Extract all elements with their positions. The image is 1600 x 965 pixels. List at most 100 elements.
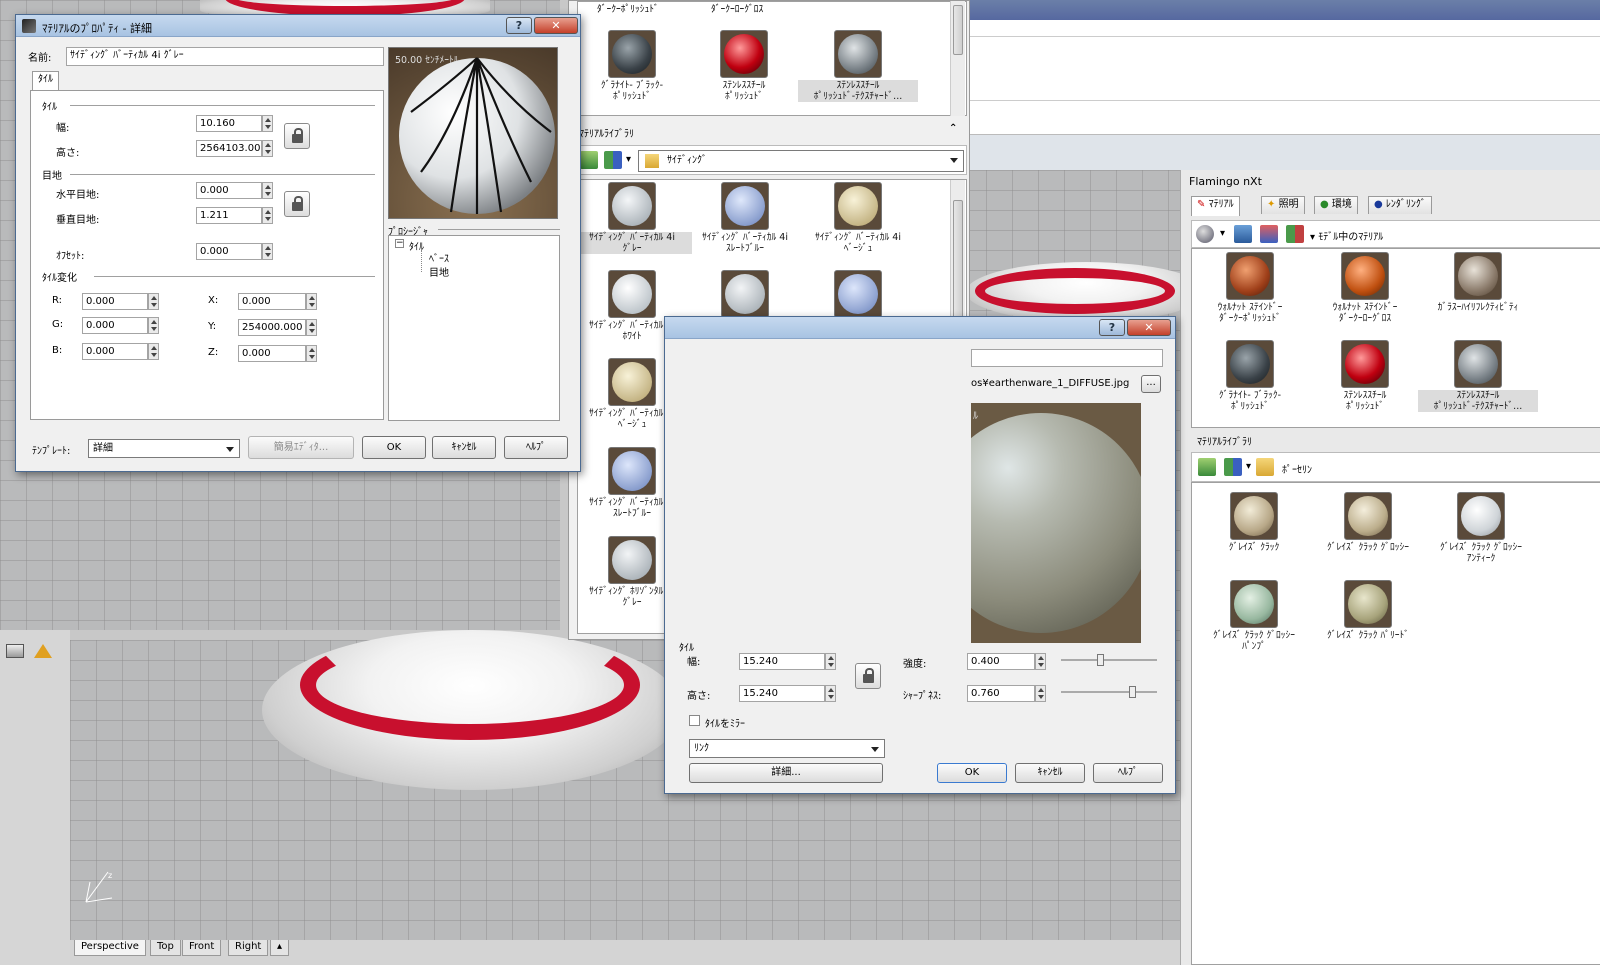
texture-lock-icon[interactable] [855,663,881,689]
strength-field[interactable]: 0.400 [967,653,1035,670]
material-ball-icon[interactable] [1196,225,1214,243]
siding-material-0-thumb[interactable] [608,182,656,230]
siding-material-12-thumb[interactable] [608,536,656,584]
middle-folder-combo[interactable]: ｻｲﾃﾞｨﾝｸﾞ [638,150,964,172]
g-spinner[interactable] [148,317,159,334]
tab-lighting[interactable]: ✦ 照明 [1261,196,1305,214]
middle-top-item-2-label[interactable]: ｽﾃﾝﾚｽｽﾁｰﾙ ﾎﾟﾘｯｼｭﾄﾞ-ﾃｸｽﾁｬｰﾄﾞ... [798,80,918,102]
grid-view-icon[interactable] [1286,225,1304,243]
model-material-4-thumb[interactable] [1341,340,1389,388]
siding-material-9-thumb[interactable] [608,447,656,495]
size-lock-icon[interactable] [284,123,310,149]
link-combo[interactable]: ﾘﾝｸ [689,739,885,758]
tab-rendering[interactable]: ● ﾚﾝﾀﾞﾘﾝｸﾞ [1368,196,1432,214]
vjoint-field[interactable]: 1.211 [196,207,262,224]
strength-slider[interactable] [1061,654,1157,666]
model-material-0-thumb[interactable] [1226,252,1274,300]
cancel-button[interactable]: ｷｬﾝｾﾙ [432,436,496,459]
help-icon[interactable]: ? [506,17,532,34]
texture-height-field[interactable]: 15.240 [739,685,825,702]
b-field[interactable]: 0.000 [82,343,148,360]
middle-top-item-1-label[interactable]: ｽﾃﾝﾚｽｽﾁｰﾙ ﾎﾟﾘｯｼｭﾄﾞ [684,80,804,102]
material-dialog-titlebar[interactable]: ﾏﾃﾘｱﾙのﾌﾟﾛﾊﾟﾃｨ - 詳細 ? ✕ [16,15,580,37]
tab-front[interactable]: Front [182,940,222,956]
tab-tile[interactable]: ﾀｲﾙ [32,71,59,91]
tab-add-icon[interactable]: ▴ [270,940,290,956]
tab-perspective[interactable]: Perspective [74,940,146,956]
model-material-5-label[interactable]: ｽﾃﾝﾚｽｽﾁｰﾙ ﾎﾟﾘｯｼｭﾄﾞ-ﾃｸｽﾁｬｰﾄﾞ... [1418,390,1538,412]
y-spinner[interactable] [306,319,317,336]
texture-path-field[interactable]: os¥earthenware_1_DIFFUSE.jpg [971,378,1129,389]
template-combo[interactable]: 詳細 [88,439,240,458]
width-field[interactable]: 10.160 [196,115,262,132]
library-material-4-label[interactable]: ｸﾞﾚｲｽﾞ ｸﾗｯｸ ﾊﾟﾘｰﾄﾞ [1308,630,1428,641]
texture-dialog-titlebar[interactable]: ? ✕ [665,317,1175,339]
middle-top-scroll-thumb[interactable] [953,5,963,55]
middle-top-item-0-thumb[interactable] [608,30,656,78]
grid-view-icon[interactable] [1224,458,1242,476]
joint-lock-icon[interactable] [284,191,310,217]
library-icon[interactable] [1260,225,1278,243]
tab-top[interactable]: Top [150,940,181,956]
library-material-2-thumb[interactable] [1457,492,1505,540]
command-area[interactable] [970,20,1600,135]
ok-button[interactable]: OK [362,436,426,459]
height-field[interactable]: 2564103.000 [196,140,262,157]
dropdown-arrow-icon[interactable]: ▾ [1220,228,1225,239]
hjoint-field[interactable]: 0.000 [196,182,262,199]
model-material-2-thumb[interactable] [1454,252,1502,300]
model-material-2-label[interactable]: ｶﾞﾗｽｰﾊｲﾘﾌﾚｸﾃｨﾋﾞﾃｨ [1418,302,1538,313]
r-spinner[interactable] [148,293,159,310]
siding-material-5-thumb[interactable] [834,270,882,318]
texture-height-spinner[interactable] [825,685,836,702]
mirror-checkbox[interactable] [689,715,700,726]
texture-width-spinner[interactable] [825,653,836,670]
texture-width-field[interactable]: 15.240 [739,653,825,670]
viewport-toolbar-icon[interactable] [6,644,24,658]
x-field[interactable]: 0.000 [238,293,306,310]
model-material-1-label[interactable]: ｳｫﾙﾅｯﾄ ｽﾃｲﾝﾄﾞｰ ﾀﾞｰｸｰﾛｰｸﾞﾛｽ [1305,302,1425,324]
pyramid-icon[interactable] [34,644,52,658]
vjoint-spinner[interactable] [262,207,273,224]
grid-view-icon[interactable] [604,151,622,169]
siding-material-3-thumb[interactable] [608,270,656,318]
texture-name-field[interactable] [971,349,1163,367]
offset-field[interactable]: 0.000 [196,243,262,260]
siding-material-1-label[interactable]: ｻｲﾃﾞｨﾝｸﾞ ﾊﾞｰﾃｨｶﾙ 4i ｽﾚｰﾄﾌﾞﾙｰ [685,232,805,254]
siding-material-0-label[interactable]: ｻｲﾃﾞｨﾝｸﾞ ﾊﾞｰﾃｨｶﾙ 4i ｸﾞﾚｰ [572,232,692,254]
siding-material-2-label[interactable]: ｻｲﾃﾞｨﾝｸﾞ ﾊﾞｰﾃｨｶﾙ 4i ﾍﾞｰｼﾞｭ [798,232,918,254]
folder-icon[interactable] [1256,458,1274,476]
dropdown-arrow-icon[interactable]: ▾ [1246,461,1251,472]
middle-top-scrollbar[interactable] [950,1,965,116]
tree-expand-icon[interactable]: − [395,239,404,248]
siding-material-2-thumb[interactable] [834,182,882,230]
details-button[interactable]: 詳細... [689,763,883,783]
sharpness-spinner[interactable] [1035,685,1046,702]
flamingo-folder-name[interactable]: ﾎﾟｰｾﾘﾝ [1282,461,1312,476]
g-field[interactable]: 0.000 [82,317,148,334]
texture-ok-button[interactable]: OK [937,763,1007,783]
middle-top-item-1-thumb[interactable] [720,30,768,78]
model-material-4-label[interactable]: ｽﾃﾝﾚｽｽﾁｰﾙ ﾎﾟﾘｯｼｭﾄﾞ [1305,390,1425,412]
model-material-3-label[interactable]: ｸﾞﾗﾅｲﾄ- ﾌﾞﾗｯｸ- ﾎﾟﾘｯｼｭﾄﾞ [1190,390,1310,412]
siding-material-1-thumb[interactable] [721,182,769,230]
siding-material-4-thumb[interactable] [721,270,769,318]
tab-material[interactable]: ✎ ﾏﾃﾘｱﾙ [1191,196,1240,216]
strength-spinner[interactable] [1035,653,1046,670]
model-material-0-label[interactable]: ｳｫﾙﾅｯﾄ ｽﾃｲﾝﾄﾞｰ ﾀﾞｰｸｰﾎﾟﾘｯｼｭﾄﾞ [1190,302,1310,324]
sharpness-slider-thumb[interactable] [1128,686,1136,698]
library-material-4-thumb[interactable] [1344,580,1392,628]
offset-spinner[interactable] [262,243,273,260]
import-icon[interactable] [1198,458,1216,476]
close-icon[interactable]: ✕ [1127,319,1171,336]
x-spinner[interactable] [306,293,317,310]
simple-editor-button[interactable]: 簡易ｴﾃﾞｨﾀ... [248,436,354,459]
middle-top-item-0-label[interactable]: ｸﾞﾗﾅｲﾄ- ﾌﾞﾗｯｸ- ﾎﾟﾘｯｼｭﾄﾞ [572,80,692,102]
library-material-3-thumb[interactable] [1230,580,1278,628]
import-icon[interactable] [1234,225,1252,243]
width-spinner[interactable] [262,115,273,132]
library-material-3-label[interactable]: ｸﾞﾚｲｽﾞ ｸﾗｯｸ ｸﾞﾛｯｼｰ ﾊﾟﾝﾌﾟ [1194,630,1314,652]
middle-top-item-2-thumb[interactable] [834,30,882,78]
import-icon[interactable] [580,151,598,169]
library-material-0-thumb[interactable] [1230,492,1278,540]
